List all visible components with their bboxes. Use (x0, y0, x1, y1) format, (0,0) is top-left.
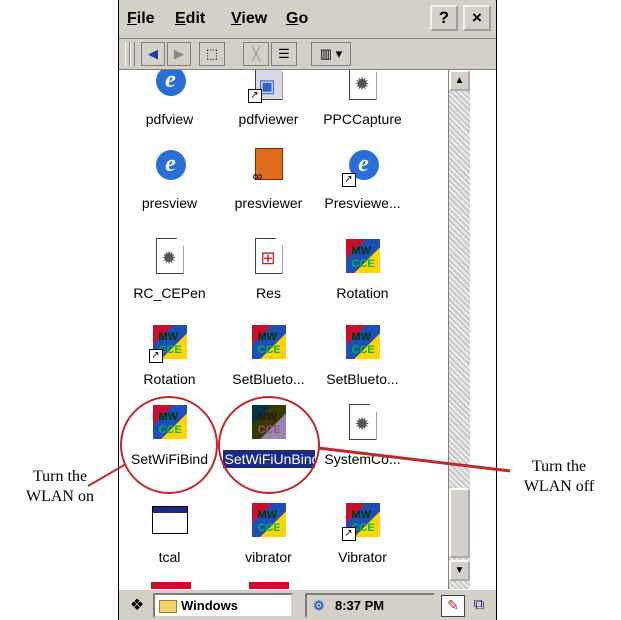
annotation-wlan-off: Turn the WLAN off (523, 458, 595, 495)
annotation-line-off (317, 446, 511, 473)
annotation-wlan-on: Turn the WLAN on (26, 468, 94, 505)
annotation-lines (87, 446, 511, 487)
